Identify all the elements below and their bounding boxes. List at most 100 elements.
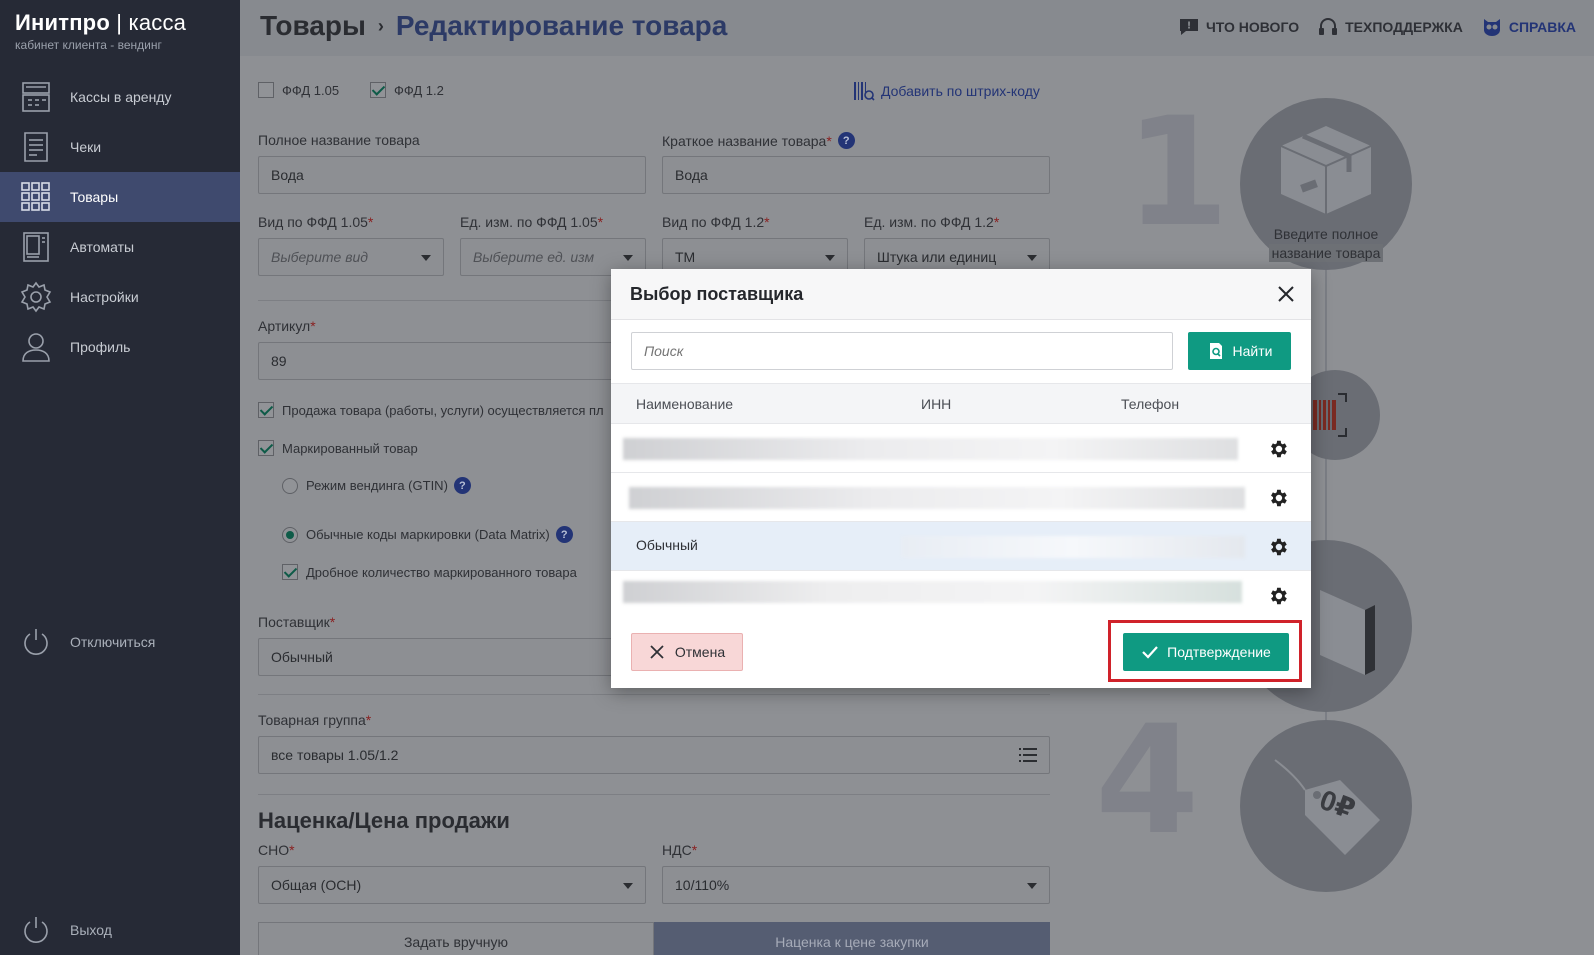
headset-icon bbox=[1319, 18, 1338, 35]
confirm-button[interactable]: Подтверждение bbox=[1123, 633, 1289, 671]
redacted-content bbox=[629, 487, 1245, 509]
box-icon bbox=[1280, 126, 1372, 214]
modal-header: Выбор поставщика bbox=[611, 269, 1311, 320]
search-icon bbox=[1209, 343, 1222, 359]
table-row-selected[interactable]: Обычный bbox=[611, 522, 1311, 571]
page-title: Редактирование товара bbox=[395, 10, 728, 41]
gear-icon[interactable] bbox=[1267, 585, 1289, 607]
short-name-input[interactable]: Вода bbox=[662, 156, 1050, 194]
tab-markup[interactable]: Наценка к цене закупки bbox=[654, 922, 1050, 955]
redacted-content bbox=[623, 438, 1238, 460]
supplier-label: Поставщик* bbox=[258, 614, 336, 630]
confirm-highlight-frame: Подтверждение bbox=[1108, 620, 1302, 682]
step-number: 4 bbox=[1095, 694, 1200, 868]
chat-icon: ! bbox=[1179, 19, 1198, 35]
fractional-quantity-checkbox[interactable]: Дробное количество маркированного товара bbox=[282, 564, 577, 580]
sidebar-item-products[interactable]: Товары bbox=[0, 172, 240, 222]
sidebar-item-machines[interactable]: Автоматы bbox=[0, 222, 240, 272]
sidebar-item-settings[interactable]: Настройки bbox=[0, 272, 240, 322]
sidebar: Инитпро | касса кабинет клиента - вендин… bbox=[0, 0, 240, 955]
gear-icon bbox=[18, 279, 54, 315]
price-mode-toggle: Задать вручную Наценка к цене закупки bbox=[258, 922, 1050, 955]
power-icon bbox=[18, 912, 54, 948]
help-link[interactable]: СПРАВКА bbox=[1481, 16, 1576, 38]
ffd12-checkbox[interactable]: ФФД 1.2 bbox=[370, 82, 444, 98]
divider bbox=[258, 694, 1050, 695]
column-header-name[interactable]: Наименование bbox=[636, 396, 733, 412]
help-icon[interactable]: ? bbox=[453, 477, 471, 494]
find-button[interactable]: Найти bbox=[1188, 332, 1291, 370]
disconnect-button[interactable]: Отключиться bbox=[0, 617, 240, 667]
vending-mode-radio[interactable]: Режим вендинга (GTIN)? bbox=[282, 477, 471, 494]
user-icon bbox=[18, 329, 54, 365]
help-icon[interactable]: ? bbox=[555, 526, 573, 543]
sidebar-item-label: Автоматы bbox=[70, 239, 135, 255]
sno-select[interactable]: Общая (ОСН) bbox=[258, 866, 646, 904]
search-row: Найти bbox=[631, 332, 1291, 370]
markup-section-title: Наценка/Цена продажи bbox=[258, 808, 510, 833]
step-circle: 0₽ bbox=[1240, 720, 1412, 892]
grid-icon bbox=[18, 179, 54, 215]
barcode-icon bbox=[854, 82, 875, 101]
breadcrumb: Товары › Редактирование товара bbox=[260, 10, 727, 42]
full-name-input[interactable]: Вода bbox=[258, 156, 646, 194]
breadcrumb-section[interactable]: Товары bbox=[260, 10, 366, 42]
gear-icon[interactable] bbox=[1267, 536, 1289, 558]
sidebar-item-label: Товары bbox=[70, 189, 119, 205]
exit-button[interactable]: Выход bbox=[0, 905, 240, 955]
table-row[interactable] bbox=[611, 571, 1311, 620]
article-input[interactable]: 89 bbox=[258, 342, 646, 380]
marked-product-checkbox[interactable]: Маркированный товар bbox=[258, 440, 418, 456]
add-by-barcode-link[interactable]: Добавить по штрих-коду bbox=[853, 80, 1040, 102]
table-header: Наименование ИНН Телефон bbox=[611, 383, 1311, 424]
brand-logo[interactable]: Инитпро | касса кабинет клиента - вендин… bbox=[15, 10, 186, 52]
table-row[interactable] bbox=[611, 473, 1311, 522]
svg-text:!: ! bbox=[1187, 21, 1192, 32]
whats-new-link[interactable]: ! ЧТО НОВОГО bbox=[1178, 16, 1299, 38]
sidebar-item-rental-kassas[interactable]: Кассы в аренду bbox=[0, 72, 240, 122]
sidebar-item-label: Кассы в аренду bbox=[70, 89, 172, 105]
supplier-list: Обычный bbox=[611, 424, 1311, 620]
close-icon[interactable] bbox=[1275, 283, 1297, 305]
type105-label: Вид по ФФД 1.05* bbox=[258, 214, 374, 230]
ffd105-checkbox[interactable]: ФФД 1.05 bbox=[258, 82, 339, 98]
column-header-inn[interactable]: ИНН bbox=[921, 396, 951, 412]
support-link[interactable]: ТЕХПОДДЕРЖКА bbox=[1317, 16, 1463, 38]
sno-label: СНО* bbox=[258, 842, 295, 858]
header-links: ! ЧТО НОВОГО ТЕХПОДДЕРЖКА СПРАВКА bbox=[1178, 16, 1576, 38]
type12-label: Вид по ФФД 1.2* bbox=[662, 214, 770, 230]
regular-codes-radio[interactable]: Обычные коды маркировки (Data Matrix)? bbox=[282, 526, 573, 543]
cancel-button[interactable]: Отмена bbox=[631, 633, 743, 671]
gear-icon[interactable] bbox=[1267, 487, 1289, 509]
close-icon bbox=[650, 645, 664, 659]
article-label: Артикул* bbox=[258, 318, 316, 334]
chevron-down-icon bbox=[825, 255, 835, 261]
list-icon[interactable] bbox=[1019, 748, 1037, 762]
checkmark-icon bbox=[1142, 646, 1158, 659]
type105-select[interactable]: Выберите вид bbox=[258, 238, 444, 276]
nds-select[interactable]: 10/110% bbox=[662, 866, 1050, 904]
supplier-input[interactable]: Обычный bbox=[258, 638, 646, 676]
redacted-content bbox=[623, 581, 1242, 603]
gear-icon[interactable] bbox=[1267, 438, 1289, 460]
tab-manual[interactable]: Задать вручную bbox=[258, 922, 654, 955]
column-header-phone[interactable]: Телефон bbox=[1121, 396, 1179, 412]
product-group-input[interactable]: все товары 1.05/1.2 bbox=[258, 736, 1050, 774]
sidebar-item-receipts[interactable]: Чеки bbox=[0, 122, 240, 172]
step-number: 1 bbox=[1125, 86, 1230, 260]
supplier-name: Обычный bbox=[636, 537, 698, 553]
sale-agent-checkbox[interactable]: Продажа товара (работы, услуги) осуществ… bbox=[258, 402, 604, 418]
help-icon[interactable]: ? bbox=[837, 132, 855, 149]
sidebar-nav: Кассы в аренду Чеки Товары Автоматы Наст… bbox=[0, 72, 240, 372]
sidebar-item-profile[interactable]: Профиль bbox=[0, 322, 240, 372]
modal-title: Выбор поставщика bbox=[630, 284, 804, 304]
chevron-down-icon bbox=[623, 883, 633, 889]
receipt-icon bbox=[18, 129, 54, 165]
nds-label: НДС* bbox=[662, 842, 698, 858]
disconnect-label: Отключиться bbox=[70, 634, 156, 650]
brand-name-suffix: касса bbox=[128, 10, 187, 35]
unit12-label: Ед. изм. по ФФД 1.2* bbox=[864, 214, 1000, 230]
table-row[interactable] bbox=[611, 424, 1311, 473]
search-input[interactable] bbox=[631, 332, 1173, 370]
supplier-selection-modal: Выбор поставщика Найти Наименование ИНН … bbox=[611, 269, 1311, 688]
